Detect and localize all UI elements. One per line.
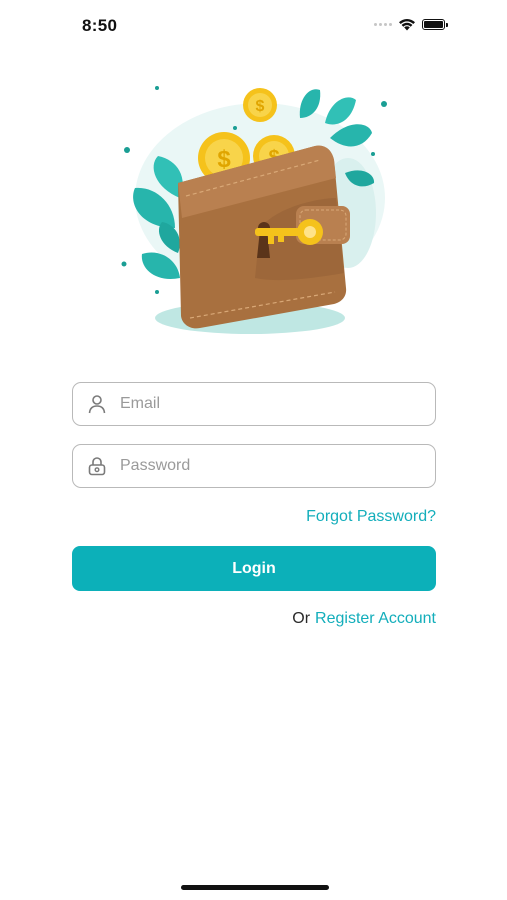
wifi-icon (399, 18, 415, 31)
status-icons (374, 18, 448, 31)
or-label: Or (292, 610, 311, 627)
svg-text:$: $ (217, 146, 231, 173)
email-field[interactable] (72, 382, 436, 426)
forgot-password-link[interactable]: Forgot Password? (306, 508, 436, 526)
login-button[interactable]: Login (72, 546, 436, 591)
user-icon (86, 393, 108, 415)
svg-text:$: $ (256, 98, 265, 115)
home-indicator[interactable] (181, 885, 329, 890)
register-row: Or Register Account (292, 610, 436, 628)
wallet-illustration: $ $ $ (121, 86, 387, 334)
status-bar: 8:50 (0, 0, 507, 54)
password-input[interactable] (120, 457, 435, 475)
lock-icon (86, 455, 108, 477)
email-input[interactable] (120, 395, 435, 413)
password-field[interactable] (72, 444, 436, 488)
register-account-link[interactable]: Register Account (315, 610, 436, 628)
battery-icon (422, 19, 448, 30)
signal-dots-icon (374, 23, 392, 26)
status-time: 8:50 (82, 16, 118, 35)
